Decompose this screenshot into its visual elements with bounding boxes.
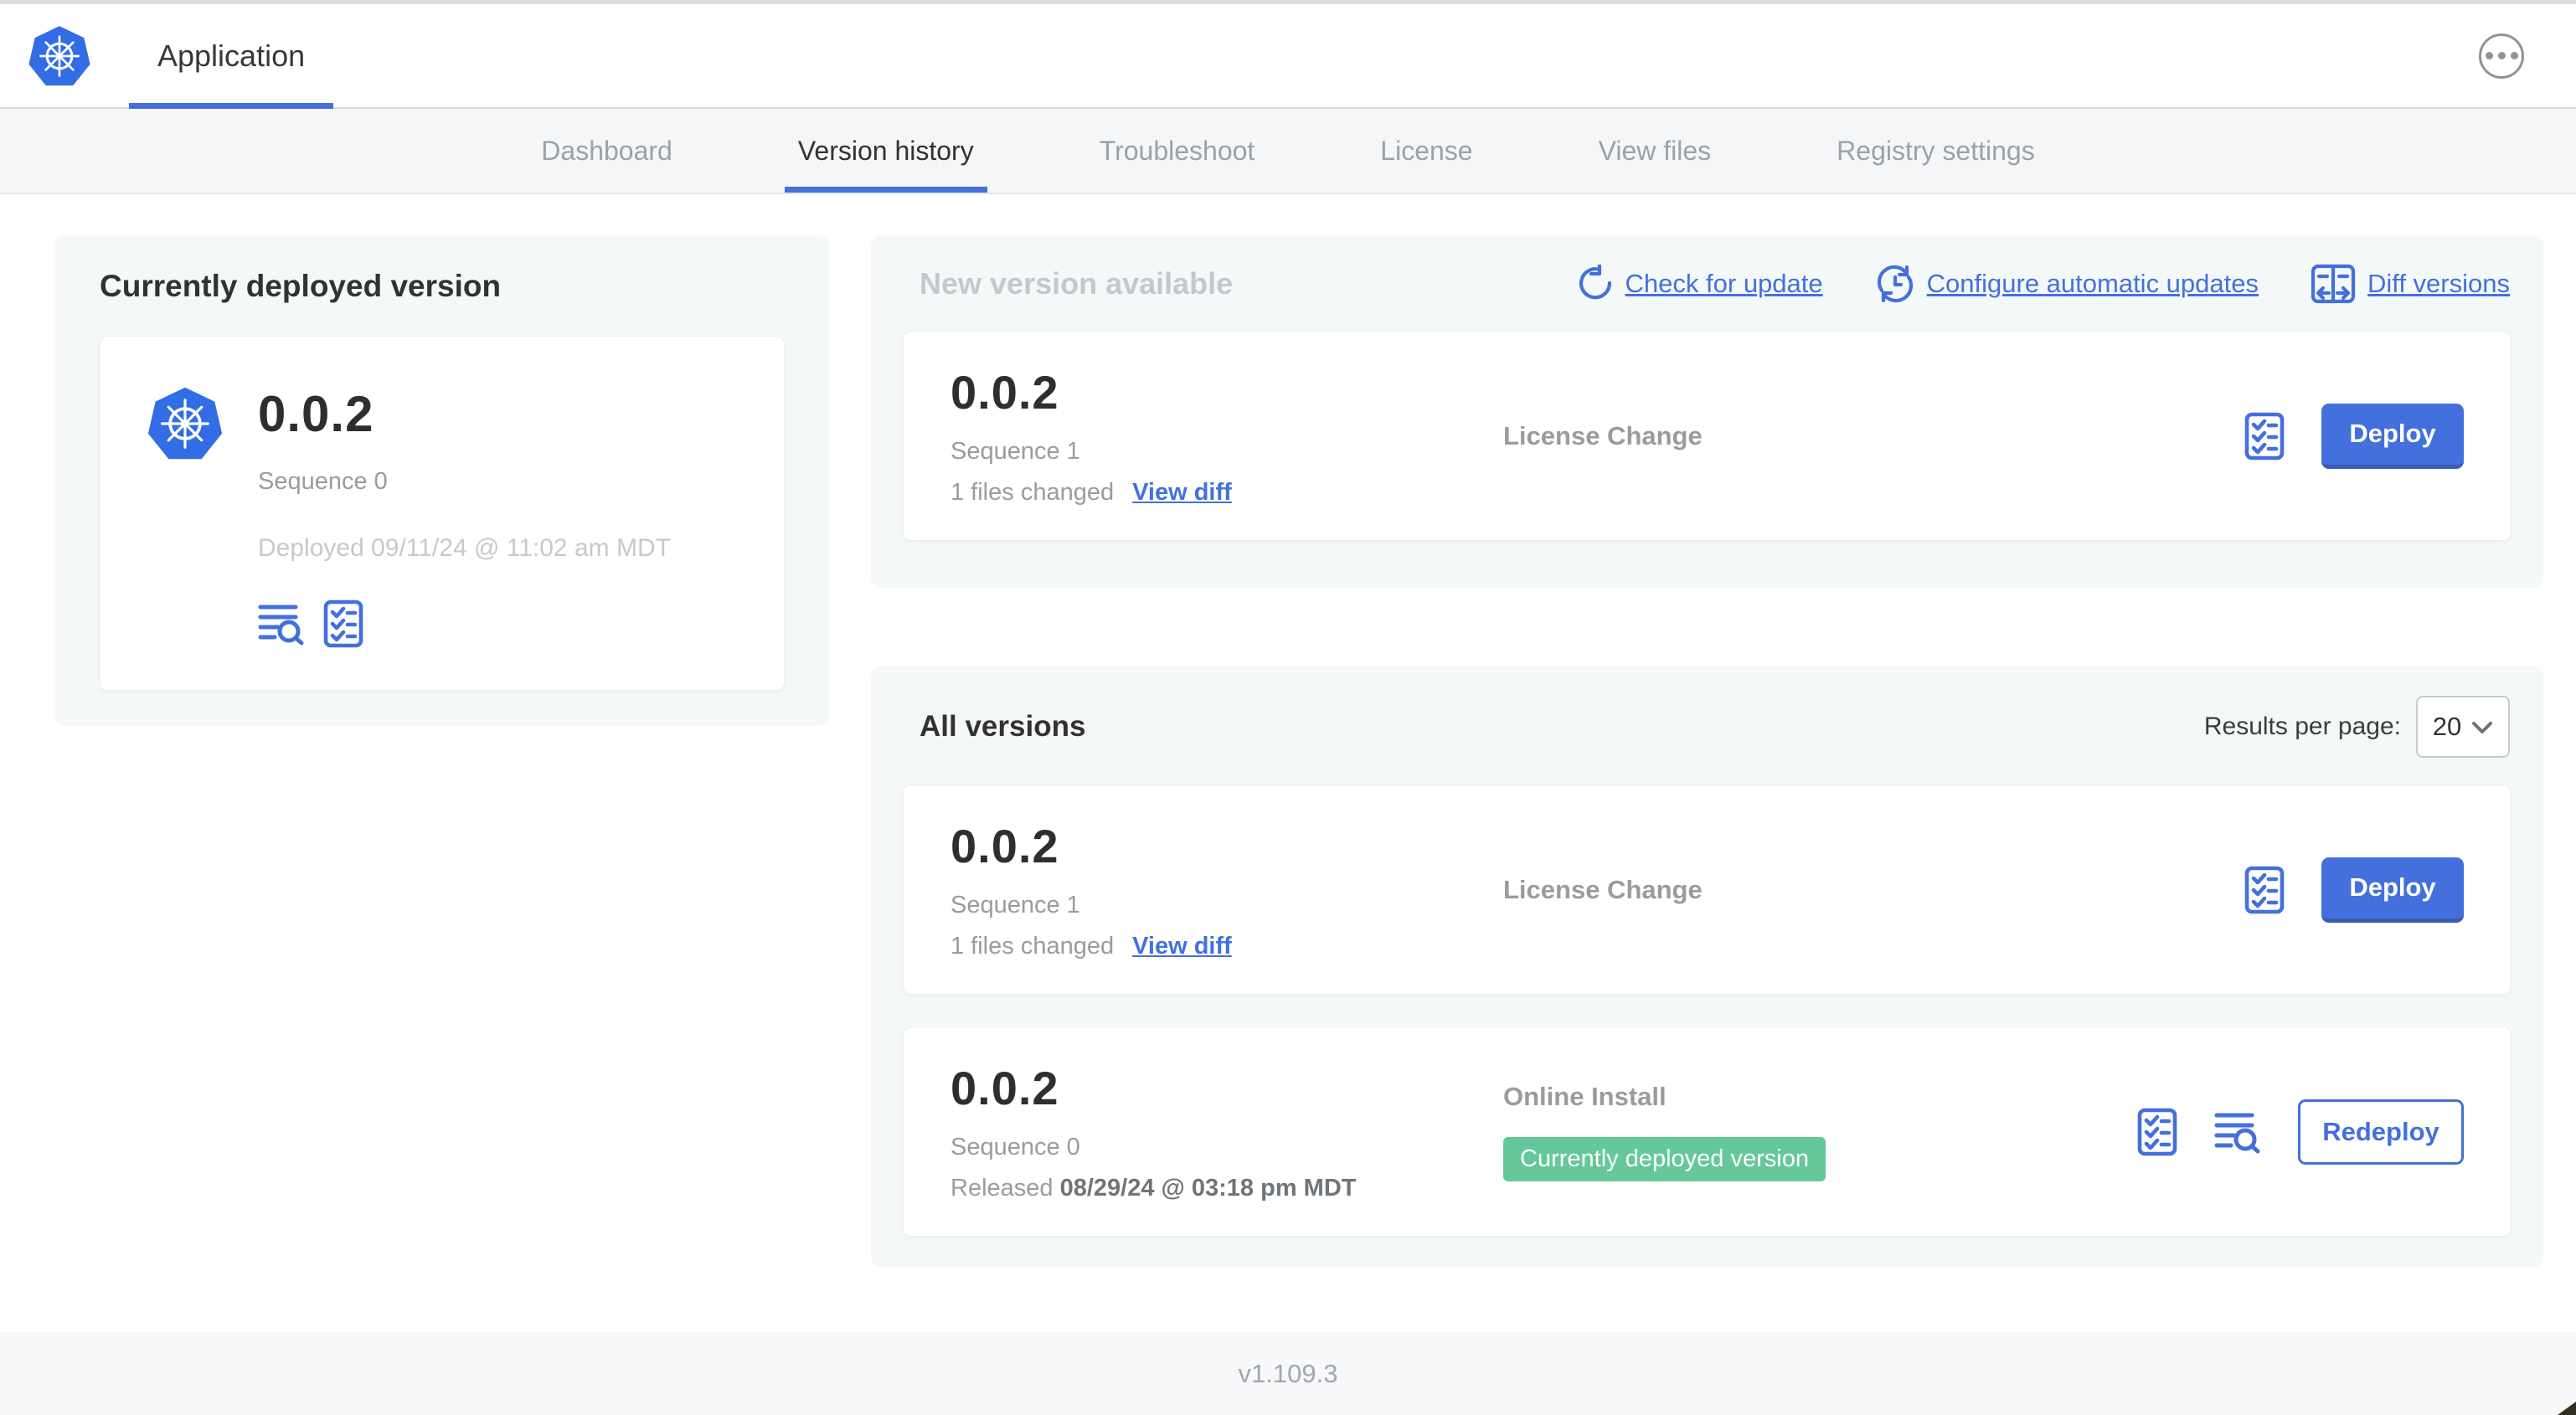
row-sequence: Sequence 1: [951, 438, 1080, 465]
checklist-icon: [2244, 412, 2285, 461]
tab-label: Dashboard: [541, 135, 672, 166]
redeploy-button[interactable]: Redeploy: [2298, 1099, 2464, 1165]
configure-automatic-updates-label: Configure automatic updates: [1926, 269, 2259, 298]
app-tab-label: Application: [157, 38, 306, 73]
app-header: Application: [0, 4, 2576, 109]
row-sequence: Sequence 0: [951, 1134, 1080, 1160]
ellipsis-icon: [2510, 52, 2518, 59]
main-content: Currently deployed version 0.0.2 Sequenc…: [0, 194, 2576, 1267]
deployed-timestamp: Deployed 09/11/24 @ 11:02 am MDT: [258, 534, 671, 562]
overflow-menu-button[interactable]: [2479, 33, 2524, 79]
tab-label: Version history: [797, 135, 974, 166]
diff-icon: [2311, 264, 2356, 304]
released-date: 08/29/24 @ 03:18 pm MDT: [1059, 1175, 1357, 1201]
refresh-icon: [1575, 265, 1614, 303]
deployed-version-number: 0.0.2: [258, 386, 374, 442]
preflight-checks-button[interactable]: [323, 599, 363, 648]
ellipsis-icon: [2497, 52, 2506, 59]
secondary-nav: Dashboard Version history Troubleshoot L…: [0, 109, 2576, 194]
new-version-title: New version available: [920, 266, 1234, 301]
version-source-label: License Change: [1503, 420, 1703, 450]
results-per-page-select[interactable]: 20: [2416, 696, 2510, 758]
tab-label: Registry settings: [1837, 135, 2035, 166]
app-tab-active-underline: [129, 103, 334, 109]
released-label: Released: [951, 1175, 1054, 1201]
deployed-sequence: Sequence 0: [258, 468, 388, 495]
version-row: 0.0.2 Sequence 0 Released 08/29/24 @ 03:…: [903, 1027, 2512, 1237]
cursor-artifact: [2558, 1402, 2576, 1415]
tab-label: License: [1380, 135, 1473, 166]
row-sequence: Sequence 1: [951, 892, 1080, 918]
view-logs-button[interactable]: [258, 601, 305, 646]
version-row: 0.0.2 Sequence 1 1 files changed View di…: [903, 785, 2512, 995]
deploy-button[interactable]: Deploy: [2321, 403, 2464, 469]
view-diff-link[interactable]: View diff: [1132, 479, 1232, 507]
currently-deployed-panel: Currently deployed version 0.0.2 Sequenc…: [54, 235, 830, 726]
app-logo: [27, 4, 92, 107]
preflight-checks-button[interactable]: [2244, 412, 2285, 461]
view-diff-link[interactable]: View diff: [1132, 933, 1232, 960]
row-version-number: 0.0.2: [951, 366, 1059, 419]
version-source-label: Online Install: [1503, 1082, 1667, 1111]
files-changed-label: 1 files changed: [951, 933, 1115, 960]
logs-icon: [2214, 1109, 2261, 1155]
checklist-icon: [323, 599, 363, 648]
tab-troubleshoot[interactable]: Troubleshoot: [1086, 109, 1269, 193]
view-logs-button[interactable]: [2214, 1109, 2261, 1155]
schedule-update-icon: [1875, 264, 1915, 304]
diff-versions-link[interactable]: Diff versions: [2311, 264, 2510, 304]
check-for-update-link[interactable]: Check for update: [1575, 265, 1823, 303]
deployed-version-card: 0.0.2 Sequence 0 Deployed 09/11/24 @ 11:…: [100, 336, 785, 691]
results-per-page-label: Results per page:: [2203, 713, 2401, 740]
checklist-icon: [2137, 1108, 2177, 1156]
console-version: v1.109.3: [1238, 1358, 1338, 1388]
diff-versions-label: Diff versions: [2367, 269, 2510, 298]
results-per-page-value: 20: [2432, 712, 2462, 741]
logs-icon: [258, 601, 305, 646]
currently-deployed-badge: Currently deployed version: [1503, 1137, 1826, 1181]
row-version-number: 0.0.2: [951, 1062, 1059, 1114]
configure-automatic-updates-link[interactable]: Configure automatic updates: [1875, 264, 2259, 304]
tab-label: View files: [1598, 135, 1712, 166]
tab-view-files[interactable]: View files: [1585, 109, 1725, 193]
new-version-panel: New version available Check for update C…: [871, 235, 2543, 588]
check-for-update-label: Check for update: [1625, 269, 1823, 298]
checklist-icon: [2244, 866, 2285, 914]
all-versions-title: All versions: [920, 710, 1086, 743]
app-tab[interactable]: Application: [129, 4, 334, 109]
deploy-button[interactable]: Deploy: [2321, 857, 2464, 923]
footer: v1.109.3: [0, 1332, 2576, 1415]
tab-dashboard[interactable]: Dashboard: [528, 109, 686, 193]
preflight-checks-button[interactable]: [2244, 866, 2285, 914]
chevron-down-icon: [2472, 722, 2493, 733]
tab-active-underline: [784, 187, 987, 193]
tab-label: Troubleshoot: [1099, 135, 1255, 166]
all-versions-panel: All versions Results per page: 20 0.0.2 …: [871, 666, 2543, 1267]
version-source-label: License Change: [1503, 874, 1703, 904]
app-icon: [146, 385, 224, 462]
tab-license[interactable]: License: [1367, 109, 1486, 193]
currently-deployed-title: Currently deployed version: [100, 269, 502, 303]
row-version-number: 0.0.2: [951, 820, 1059, 872]
new-version-row: 0.0.2 Sequence 1 1 files changed View di…: [903, 331, 2512, 541]
preflight-checks-button[interactable]: [2137, 1108, 2177, 1156]
files-changed-label: 1 files changed: [951, 479, 1115, 506]
tab-version-history[interactable]: Version history: [784, 109, 987, 193]
kubernetes-logo-icon: [147, 385, 224, 461]
ellipsis-icon: [2485, 52, 2493, 59]
tab-registry-settings[interactable]: Registry settings: [1823, 109, 2048, 193]
kubernetes-logo-icon: [27, 24, 92, 87]
